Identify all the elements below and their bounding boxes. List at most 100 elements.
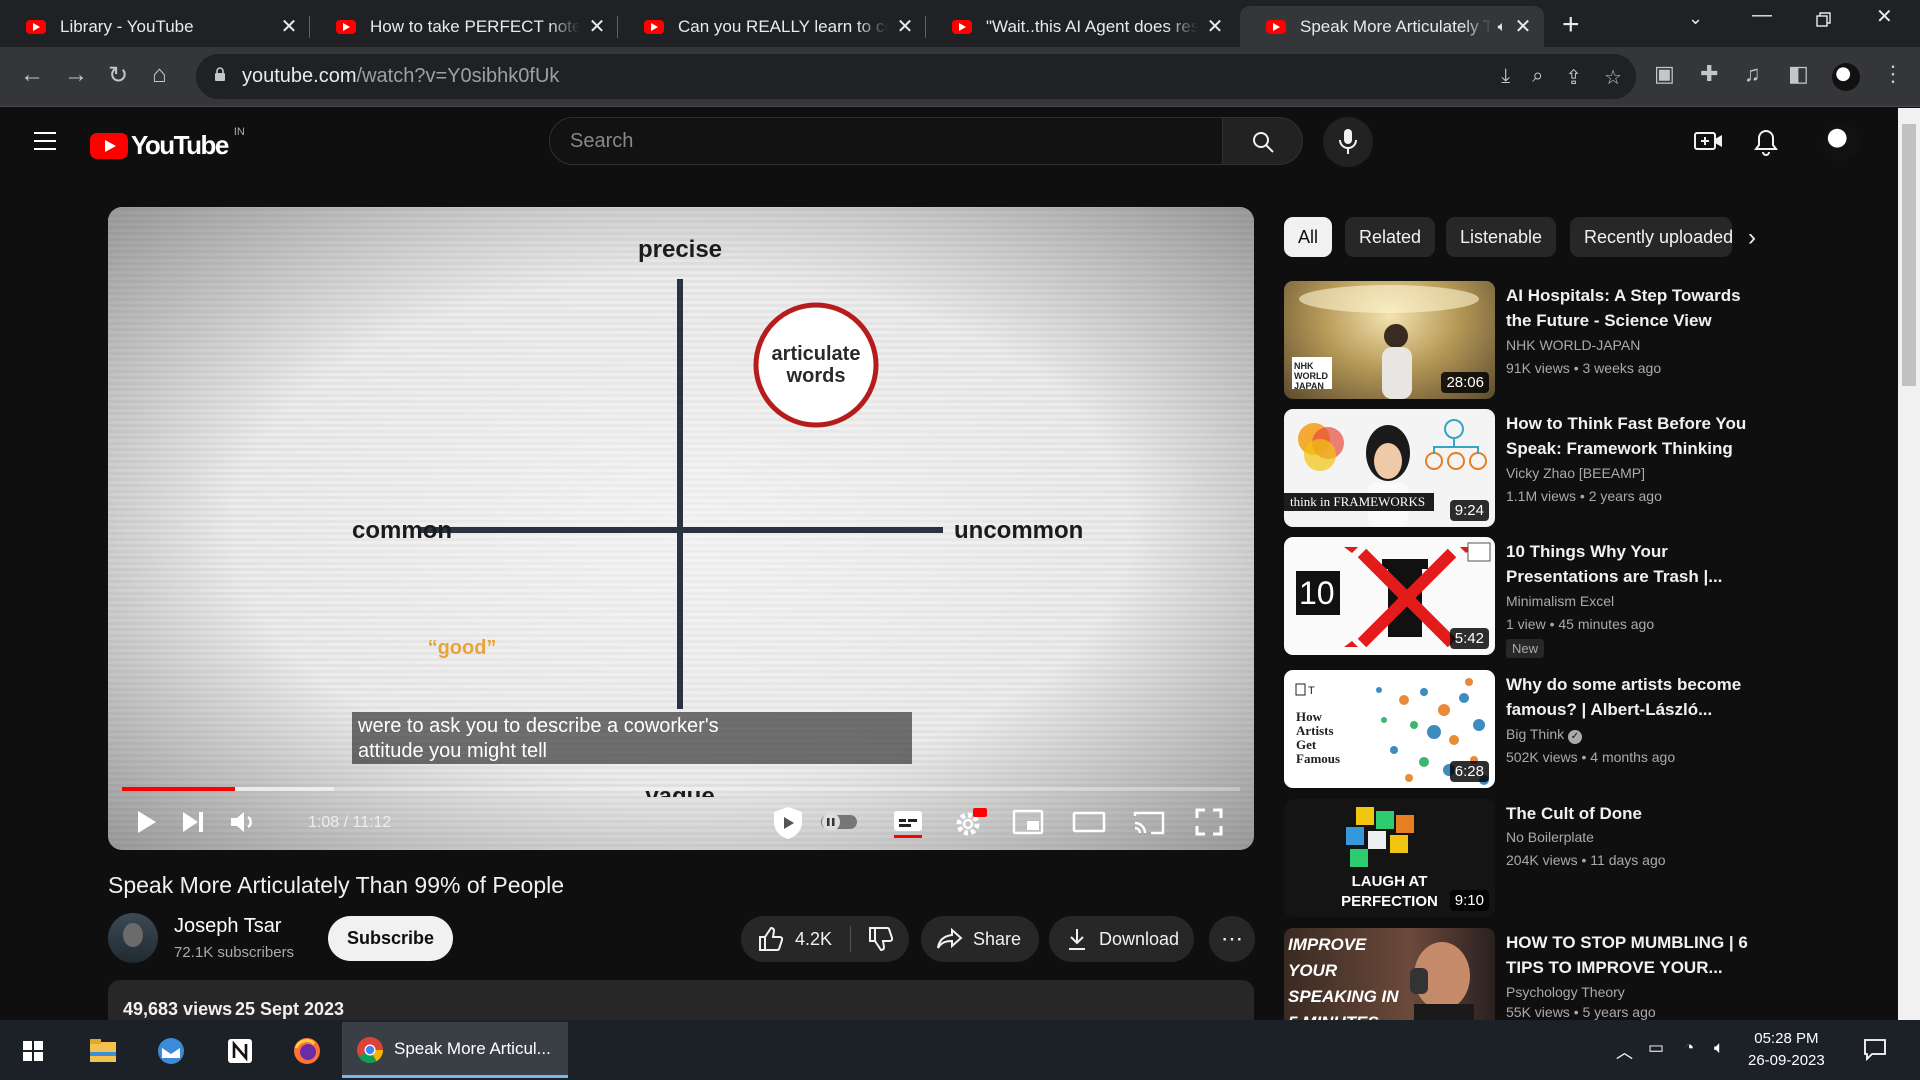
notifications-center-icon[interactable] — [1862, 1036, 1888, 1062]
channel-name[interactable]: Joseph Tsar — [174, 915, 281, 938]
lock-icon[interactable] — [214, 67, 226, 81]
recommendation-title[interactable]: The Cult of Done — [1506, 801, 1754, 826]
back-icon[interactable]: ← — [20, 61, 44, 89]
system-clock[interactable]: 05:28 PM 26-09-2023 — [1748, 1028, 1825, 1072]
taskbar-chrome-window[interactable]: Speak More Articul... — [342, 1022, 568, 1078]
search-input[interactable] — [550, 118, 1222, 165]
chip-all[interactable]: All — [1284, 217, 1333, 257]
profile-avatar[interactable] — [1832, 63, 1860, 91]
browser-tab-active[interactable]: Speak More Articulately T 🔈︎ ✕ — [1240, 6, 1544, 47]
restore-button[interactable] — [1816, 12, 1832, 28]
new-tab-button[interactable]: + — [1562, 8, 1580, 42]
volume-tray-icon[interactable]: 🔈︎ — [1714, 1038, 1724, 1058]
recommendation-title[interactable]: 10 Things Why Your Presentations are Tra… — [1506, 539, 1754, 589]
recommendation-item[interactable]: think in FRAMEWORKS 9:24 How to Think Fa… — [1284, 409, 1754, 527]
video-player[interactable]: precise vague common uncommon articulate… — [108, 207, 1254, 850]
share-button[interactable]: Share — [921, 916, 1039, 962]
tray-chevron-up-icon[interactable]: ︿ — [1616, 1038, 1633, 1063]
fullscreen-icon[interactable] — [1194, 807, 1224, 837]
notion-app-icon[interactable] — [217, 1028, 263, 1074]
subscribe-button[interactable]: Subscribe — [328, 916, 454, 961]
download-button[interactable]: Download — [1049, 916, 1194, 962]
recommendation-channel[interactable]: Psychology Theory — [1506, 984, 1625, 1000]
home-icon[interactable]: ⌂ — [152, 61, 167, 89]
video-thumbnail[interactable]: LAUGH AT PERFECTION 9:10 — [1284, 799, 1495, 917]
recommendation-title[interactable]: How to Think Fast Before You Speak: Fram… — [1506, 411, 1754, 461]
recommendation-channel[interactable]: Big Think ✓ — [1506, 726, 1582, 744]
chip-related[interactable]: Related — [1345, 217, 1436, 257]
autoplay-toggle[interactable] — [820, 811, 858, 833]
settings-gear-icon[interactable] — [953, 807, 987, 839]
menu-icon[interactable] — [34, 132, 56, 150]
account-avatar[interactable] — [1822, 123, 1860, 161]
youtube-logo[interactable]: YouTube IN — [90, 126, 245, 161]
mail-app-icon[interactable] — [148, 1028, 194, 1074]
address-bar[interactable]: youtube.com/watch?v=Y0sibhk0fUk ⤓ ⌕ ⇪ ☆ — [196, 54, 1636, 99]
recommendation-item[interactable]: IMPROVE YOUR SPEAKING IN 5 MINUTES HOW T… — [1284, 928, 1754, 1020]
create-video-icon[interactable] — [1694, 129, 1724, 153]
recommendation-channel[interactable]: No Boilerplate — [1506, 829, 1594, 845]
minimize-button[interactable]: — — [1752, 4, 1772, 27]
wifi-icon[interactable]: ◔ — [1684, 1038, 1694, 1058]
cast-icon[interactable] — [1132, 807, 1166, 837]
video-thumbnail[interactable]: 10 5:42 — [1284, 537, 1495, 655]
more-actions-button[interactable]: ⋯ — [1209, 916, 1255, 962]
theater-mode-icon[interactable] — [1072, 807, 1106, 837]
share-page-icon[interactable]: ⇪ — [1565, 65, 1582, 90]
extension-icon[interactable]: ▣ — [1654, 61, 1675, 87]
play-icon[interactable] — [134, 807, 158, 837]
notifications-bell-icon[interactable] — [1754, 129, 1778, 157]
recommendation-item[interactable]: T How Artists Get Famous 6:28 Why do som… — [1284, 670, 1754, 788]
browser-tab[interactable]: "Wait..this AI Agent does rese ✕ — [926, 6, 1236, 47]
reload-icon[interactable]: ↻ — [108, 61, 128, 90]
close-window-button[interactable]: ✕ — [1876, 4, 1893, 29]
browser-tab[interactable]: Can you REALLY learn to code ✕ — [618, 6, 926, 47]
progress-bar[interactable] — [122, 787, 1240, 791]
forward-icon[interactable]: → — [64, 61, 88, 89]
page-scrollbar[interactable] — [1898, 108, 1920, 1020]
volume-icon[interactable] — [228, 807, 258, 837]
tab-search-icon[interactable]: ⌄ — [1688, 8, 1703, 29]
recommendation-item[interactable]: 10 5:42 10 Things Why Your Presentations… — [1284, 537, 1754, 658]
speaker-icon[interactable]: 🔈︎ — [1498, 18, 1506, 35]
voice-search-button[interactable] — [1323, 117, 1373, 167]
recommendation-channel[interactable]: NHK WORLD-JAPAN — [1506, 337, 1640, 353]
zoom-icon[interactable]: ⌕ — [1532, 65, 1543, 90]
close-tab-icon[interactable]: ✕ — [896, 14, 914, 39]
recommendation-title[interactable]: HOW TO STOP MUMBLING | 6 TIPS TO IMPROVE… — [1506, 930, 1754, 980]
file-explorer-icon[interactable] — [80, 1028, 126, 1074]
channel-avatar[interactable] — [108, 913, 158, 963]
recommendation-item[interactable]: LAUGH AT PERFECTION 9:10 The Cult of Don… — [1284, 799, 1754, 917]
dislike-thumb-icon[interactable] — [867, 926, 894, 952]
like-thumb-icon[interactable] — [757, 926, 783, 952]
recommendation-title[interactable]: Why do some artists become famous? | Alb… — [1506, 672, 1754, 722]
chevron-right-icon[interactable]: › — [1748, 224, 1756, 252]
recommendation-channel[interactable]: Minimalism Excel — [1506, 593, 1614, 609]
recommendation-item[interactable]: NHK WORLD JAPAN 28:06 AI Hospitals: A St… — [1284, 281, 1754, 399]
sponsor-shield-icon[interactable] — [768, 805, 808, 841]
battery-icon[interactable]: ▭ — [1648, 1038, 1664, 1058]
miniplayer-icon[interactable] — [1012, 807, 1044, 837]
bookmark-star-icon[interactable]: ☆ — [1604, 65, 1622, 90]
recommendation-title[interactable]: AI Hospitals: A Step Towards the Future … — [1506, 283, 1754, 333]
close-tab-icon[interactable]: ✕ — [280, 14, 298, 39]
browser-menu-icon[interactable]: ⋮ — [1882, 61, 1904, 87]
next-icon[interactable] — [180, 807, 206, 837]
extensions-puzzle-icon[interactable]: ✚ — [1700, 61, 1718, 87]
captions-icon[interactable] — [892, 807, 924, 839]
close-tab-icon[interactable]: ✕ — [588, 14, 606, 39]
windows-start-icon[interactable] — [10, 1028, 56, 1074]
chip-listenable[interactable]: Listenable — [1446, 217, 1557, 257]
chip-recently-uploaded[interactable]: Recently uploaded — [1570, 217, 1732, 257]
video-thumbnail[interactable]: NHK WORLD JAPAN 28:06 — [1284, 281, 1495, 399]
video-thumbnail[interactable]: T How Artists Get Famous 6:28 — [1284, 670, 1495, 788]
scrollbar-thumb[interactable] — [1902, 124, 1916, 386]
browser-tab[interactable]: How to take PERFECT notes w ✕ — [310, 6, 618, 47]
side-panel-icon[interactable]: ◧ — [1788, 61, 1809, 87]
browser-tab[interactable]: Library - YouTube ✕ — [0, 6, 310, 47]
recommendation-channel[interactable]: Vicky Zhao [BEEAMP] — [1506, 465, 1645, 481]
like-count[interactable]: 4.2K — [795, 929, 832, 950]
search-button[interactable] — [1223, 117, 1303, 165]
install-icon[interactable]: ⤓ — [1501, 65, 1510, 90]
video-thumbnail[interactable]: IMPROVE YOUR SPEAKING IN 5 MINUTES — [1284, 928, 1495, 1020]
